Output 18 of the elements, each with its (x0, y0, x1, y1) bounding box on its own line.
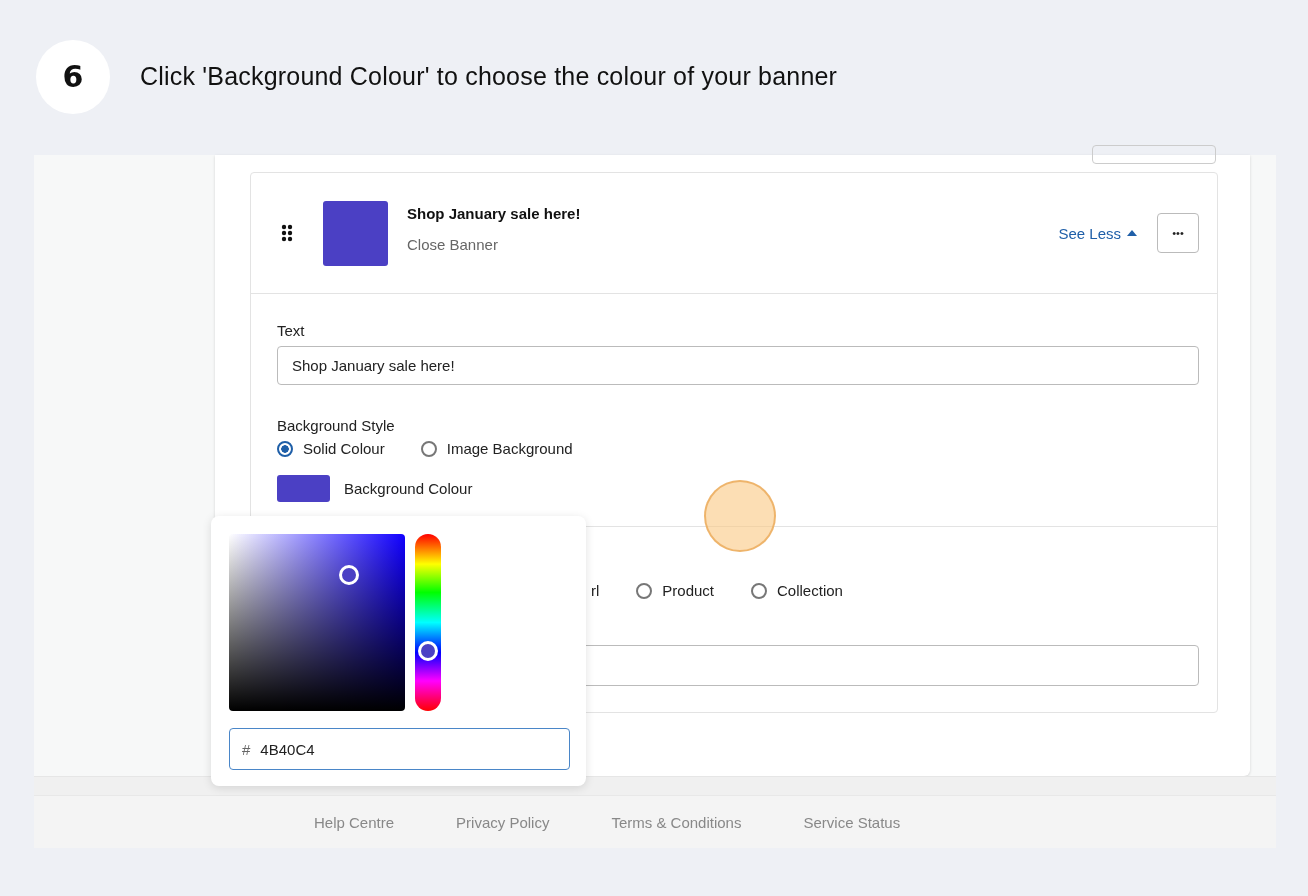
banner-subtitle: Close Banner (407, 236, 499, 253)
radio-option[interactable]: Collection (751, 582, 843, 599)
step-number: 6 (36, 39, 110, 114)
banner-title: Shop January sale here! (407, 205, 582, 222)
more-button[interactable]: ••• (1157, 213, 1199, 253)
hex-value: 4B40C4 (260, 740, 315, 758)
radio-option[interactable]: rl (591, 582, 600, 599)
hex-input[interactable]: # 4B40C4 (229, 728, 570, 770)
step-instruction: Click 'Background Colour' to choose the colour of your banner (140, 62, 838, 91)
radio-option[interactable]: Product (636, 582, 715, 599)
hash-prefix: # (242, 740, 251, 758)
radio-option[interactable]: Solid Colour (277, 440, 385, 457)
field-label: Text (277, 322, 306, 339)
field-label: Background Style (277, 417, 396, 434)
background-colour-label[interactable]: Background Colour (344, 480, 473, 497)
see-less-link[interactable]: See Less (1058, 224, 1137, 242)
radio-option[interactable]: Image Background (420, 440, 573, 457)
text-field[interactable]: Shop January sale here! (277, 346, 1199, 385)
